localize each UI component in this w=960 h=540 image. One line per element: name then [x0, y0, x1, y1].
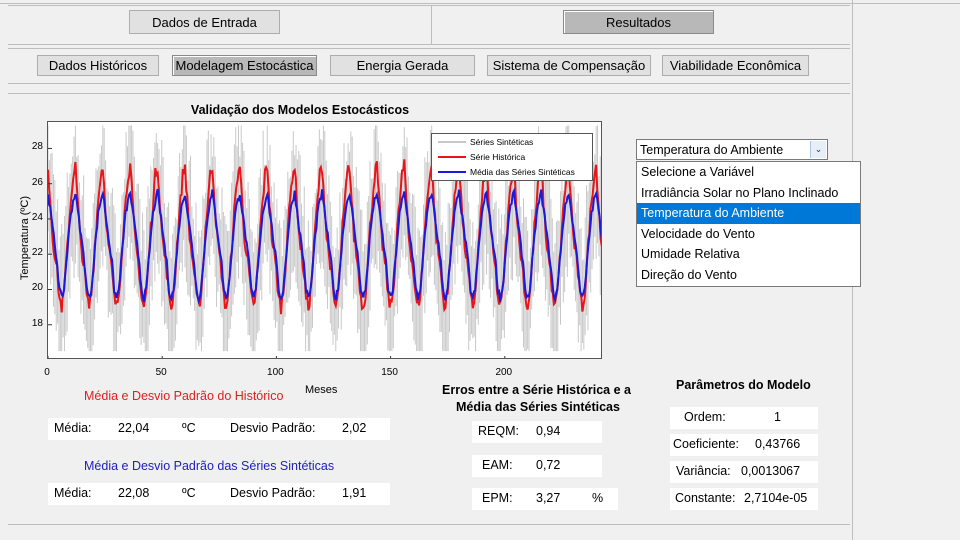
epm-label: EPM: [482, 491, 513, 505]
legend-label-synthetic: Séries Sintéticas [470, 137, 534, 147]
subtab-modelagem-estocastica[interactable]: Modelagem Estocástica [172, 55, 317, 76]
option-irradiancia[interactable]: Irradiância Solar no Plano Inclinado [637, 183, 860, 204]
historical-std-value: 2,02 [342, 421, 367, 435]
historical-stats-box [48, 418, 390, 440]
variance-label: Variância: [676, 464, 731, 478]
x-tick-label: 150 [381, 367, 398, 378]
right-margin [853, 0, 960, 540]
synthetic-mean-label: Média: [54, 486, 92, 500]
option-temperatura[interactable]: Temperatura do Ambiente [637, 203, 860, 224]
tabs-bottom-border [8, 44, 850, 45]
y-axis-label: Temperatura (ºC) [19, 195, 31, 281]
legend-item-historical: Série Histórica [432, 152, 525, 162]
tab-dados-de-entrada[interactable]: Dados de Entrada [129, 10, 280, 34]
legend-swatch-mean [438, 171, 466, 173]
chevron-down-icon[interactable]: ⌄ [810, 141, 826, 158]
synthetic-mean-unit: ºC [182, 486, 196, 500]
option-selecione[interactable]: Selecione a Variável [637, 162, 860, 183]
historical-stats-title: Média e Desvio Padrão do Histórico [84, 389, 284, 403]
reqm-label: REQM: [478, 424, 519, 438]
x-axis-label: Meses [305, 384, 338, 396]
synthetic-std-value: 1,91 [342, 486, 367, 500]
subtab-sistema-de-compensacao[interactable]: Sistema de Compensação [487, 55, 651, 76]
variance-value: 0,0013067 [741, 464, 801, 478]
x-tick-label: 200 [495, 367, 513, 378]
historical-mean-value: 22,04 [118, 421, 150, 435]
historical-mean-label: Média: [54, 421, 92, 435]
option-direcao-vento[interactable]: Direção do Vento [637, 265, 860, 286]
top-divider [0, 3, 960, 4]
content-bottom-border [8, 524, 850, 525]
epm-value: 3,27 [536, 491, 561, 505]
subtab-dados-historicos[interactable]: Dados Históricos [37, 55, 159, 76]
reqm-value: 0,94 [536, 424, 561, 438]
y-tick-label: 28 [31, 141, 43, 153]
chart-title: Validação dos Modelos Estocásticos [190, 103, 410, 117]
synthetic-std-label: Desvio Padrão: [230, 486, 316, 500]
historical-std-label: Desvio Padrão: [230, 421, 316, 435]
legend-swatch-historical [438, 156, 466, 158]
coef-label: Coeficiente: [673, 437, 740, 451]
legend-label-historical: Série Histórica [470, 152, 526, 162]
order-label: Ordem: [684, 410, 726, 424]
constant-value: 2,7104e-05 [744, 491, 808, 505]
subtabs-bottom-border [8, 83, 850, 84]
constant-label: Constante: [675, 491, 736, 505]
legend-item-mean: Média das Séries Sintéticas [432, 167, 575, 177]
tabs-top-border [8, 5, 850, 6]
synthetic-stats-box [48, 483, 390, 505]
errors-title-line1: Erros entre a Série Histórica e a [442, 383, 631, 397]
legend-item-synthetic: Séries Sintéticas [432, 137, 533, 147]
variable-dropdown-list: Selecione a Variável Irradiância Solar n… [636, 161, 861, 287]
order-value: 1 [774, 410, 781, 424]
eam-value: 0,72 [536, 458, 561, 472]
epm-unit: % [592, 491, 604, 505]
subtab-viabilidade-economica[interactable]: Viabilidade Econômica [662, 55, 809, 76]
option-umidade[interactable]: Umidade Relativa [637, 244, 860, 265]
x-tick-label: 0 [44, 367, 50, 378]
y-tick-label: 18 [31, 317, 43, 329]
model-params-title: Parâmetros do Modelo [676, 378, 811, 392]
errors-title-line2: Média das Séries Sintéticas [456, 400, 620, 414]
subtabs-top-border [8, 48, 850, 49]
x-tick-label: 50 [155, 367, 167, 378]
historical-mean-unit: ºC [182, 421, 196, 435]
subtab-energia-gerada[interactable]: Energia Gerada [330, 55, 475, 76]
coef-value: 0,43766 [755, 437, 801, 451]
x-tick-label: 100 [267, 367, 284, 378]
eam-label: EAM: [482, 458, 513, 472]
legend-swatch-synthetic [438, 141, 466, 143]
chart-legend: Séries Sintéticas Série Histórica Média … [431, 133, 593, 181]
variable-select-value: Temperatura do Ambiente [640, 142, 784, 157]
content-top-border [8, 93, 850, 94]
tab-resultados[interactable]: Resultados [563, 10, 714, 34]
variable-select[interactable]: Temperatura do Ambiente ⌄ [636, 139, 828, 160]
tabs-divider [431, 5, 432, 44]
synthetic-mean-value: 22,08 [118, 486, 150, 500]
option-velocidade-vento[interactable]: Velocidade do Vento [637, 224, 860, 245]
legend-label-mean: Média das Séries Sintéticas [470, 167, 575, 177]
synthetic-stats-title: Média e Desvio Padrão das Séries Sintéti… [84, 459, 335, 473]
